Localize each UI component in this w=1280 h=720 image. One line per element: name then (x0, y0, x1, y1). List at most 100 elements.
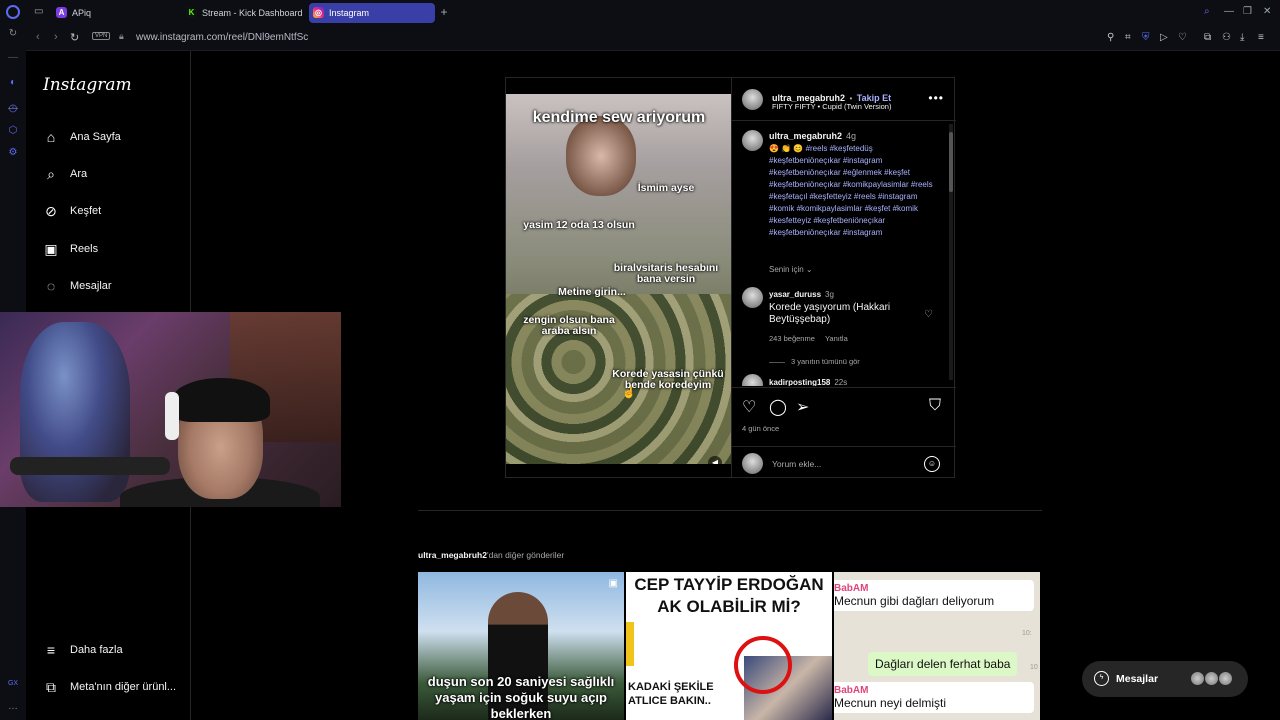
back-icon[interactable]: ‹ (36, 31, 40, 43)
comment1-meta: 243 beğenme Yanıtla (769, 334, 848, 343)
menu-icon[interactable]: ≡ (1258, 32, 1264, 43)
url-field[interactable]: www.instagram.com/reel/DNl9emNtfSc (136, 32, 308, 43)
nav-explore[interactable]: ⊘ Keşfet (43, 201, 101, 221)
author-avatar[interactable] (742, 89, 763, 110)
reload-icon[interactable]: ↻ (70, 31, 79, 44)
nav-reels[interactable]: ▣ Reels (43, 239, 98, 259)
search-tabs-icon[interactable]: ⌕ (1204, 6, 1210, 17)
nav-home[interactable]: ⌂ Ana Sayfa (43, 127, 121, 147)
extensions-icon[interactable]: ⧉ (1204, 32, 1211, 43)
comment2-author[interactable]: kadirposting158 (769, 378, 830, 386)
sort-label: Senin için (769, 265, 804, 274)
view-replies-label: 3 yanıtın tümünü gör (791, 357, 860, 366)
chat-time-1: 10: (1022, 630, 1032, 637)
reply-button[interactable]: Yanıtla (825, 334, 848, 343)
nav-meta-apps[interactable]: ⧉ Meta'nın diğer ürünl... (43, 677, 176, 697)
thumbnail-bottom-text: KADAKİ ŞEKİLE ATLICE BAKIN.. (628, 681, 714, 707)
opera-logo-icon[interactable] (6, 5, 20, 19)
comment1-likes[interactable]: 243 beğenme (769, 334, 815, 343)
messages-floating-button[interactable]: ϟ Mesajlar (1082, 661, 1248, 697)
vpn-badge[interactable]: VPN (92, 32, 111, 40)
kick-icon: K (186, 7, 197, 18)
maximize-icon[interactable]: ❐ (1243, 6, 1252, 17)
caption-author[interactable]: ultra_megabruh2 (769, 131, 842, 141)
chevron-down-icon: ⌄ (805, 265, 813, 274)
shield-icon[interactable]: ⛨ (1142, 32, 1150, 43)
comments-scrollbar[interactable] (949, 124, 953, 380)
video-text-5: zengin olsun bana araba alsın (523, 314, 615, 337)
post-thumbnail-3[interactable]: BabAM Mecnun gibi dağları deliyorum 10: … (834, 572, 1040, 720)
lock-icon[interactable]: 🔒︎ (119, 31, 124, 42)
sort-dropdown[interactable]: Senin için ⌄ (769, 265, 813, 274)
history-icon[interactable]: ◷ (7, 103, 19, 115)
post-thumbnail-2[interactable]: CEP TAYYİP ERDOĞAN AK OLABİLİR Mİ? KADAK… (626, 572, 832, 720)
tab-instagram[interactable]: ◎ Instagram (309, 3, 435, 23)
menu-icon: ≡ (46, 642, 56, 658)
reel-icon: ▣ (608, 578, 618, 589)
aria-icon[interactable]: ◐ (7, 77, 19, 89)
view-replies[interactable]: 3 yanıtın tümünü gör (769, 357, 860, 366)
like-icon[interactable]: ♡ (742, 397, 756, 417)
hashtag-list[interactable]: #reels #keşfetedüş #keşfetbeniöneçıkar #… (769, 144, 933, 237)
settings-icon[interactable]: ⚙ (7, 147, 19, 159)
comment2-avatar[interactable] (742, 374, 763, 386)
replies-line (769, 361, 785, 363)
comment-input[interactable]: Yorum ekle... (772, 459, 821, 469)
share-icon[interactable]: ➢ (796, 397, 809, 417)
nav-more[interactable]: ≡ Daha fazla (43, 640, 123, 660)
chat-text-1: Mecnun gibi dağları deliyorum (834, 594, 995, 608)
comment-like-icon[interactable]: ♡ (924, 309, 933, 320)
close-icon[interactable]: ✕ (1263, 6, 1271, 17)
minimize-icon[interactable]: — (1224, 6, 1234, 17)
mouse-cursor-icon: ☝ (622, 387, 636, 399)
chat-message-3: BabAM Mecnun neyi delmişti (834, 682, 1034, 713)
chat-avatar-3 (1218, 671, 1233, 686)
chat-text-3: Mecnun neyi delmişti (834, 696, 947, 710)
nav-messages[interactable]: ◌ Mesajlar (43, 276, 112, 296)
comment1-author[interactable]: yasar_duruss (769, 290, 821, 299)
tab-apiq[interactable]: A APiq (52, 3, 172, 23)
refresh-icon[interactable]: ↻ (7, 28, 19, 40)
more-options-icon[interactable]: ••• (928, 91, 944, 105)
scrollbar-thumb[interactable] (949, 132, 953, 192)
pin-icon[interactable]: ⚲ (1107, 32, 1114, 43)
caption-avatar[interactable] (742, 130, 763, 151)
snapshot-icon[interactable]: ⌗ (1125, 32, 1131, 43)
gx-icon[interactable]: GX (7, 680, 19, 692)
emoji-icon[interactable]: ☺ (924, 456, 940, 472)
heart-icon[interactable]: ♡ (1178, 32, 1187, 43)
new-tab-icon[interactable]: + (438, 6, 450, 18)
comment-icon[interactable]: ◯ (769, 397, 787, 417)
video-text-2: yasim 12 oda 13 olsun (523, 219, 635, 231)
reel-video[interactable]: kendime sew ariyorum İsmim ayse yasim 12… (506, 94, 731, 464)
address-bar: ‹ › ↻ VPN 🔒︎ www.instagram.com/reel/DNl9… (0, 25, 1280, 51)
tab-kick[interactable]: K Stream - Kick Dashboard (182, 3, 304, 23)
profile-icon[interactable]: ⚇ (1222, 32, 1231, 43)
thumbnail-header: CEP TAYYİP ERDOĞAN AK OLABİLİR Mİ? (634, 575, 824, 616)
more-icon[interactable]: … (7, 701, 19, 713)
video-text-title: kendime sew ariyorum (532, 109, 706, 126)
more-posts-author[interactable]: ultra_megabruh2 (418, 550, 487, 560)
video-text-1: İsmim ayse (637, 182, 695, 194)
song-name[interactable]: FIFTY FIFTY • Cupid (Twin Version) (772, 102, 891, 111)
nav-search[interactable]: ⌕ Ara (43, 164, 87, 184)
compass-icon: ⊘ (45, 202, 57, 219)
extensions-sidebar-icon[interactable]: ⬡ (7, 125, 19, 137)
instagram-logo[interactable]: Instagram (43, 75, 132, 95)
post-thumbnail-1[interactable]: ▣ duşun son 20 saniyesi sağlıklı yaşam i… (418, 572, 624, 720)
mute-icon[interactable]: ◀︎ (708, 456, 722, 464)
download-icon[interactable]: ⤓ (1240, 32, 1244, 43)
search-icon: ⌕ (47, 165, 55, 182)
comment1-avatar[interactable] (742, 287, 763, 308)
chat-avatar-1 (1190, 671, 1205, 686)
workspaces-icon[interactable]: ▭ (34, 6, 43, 17)
messages-label: Mesajlar (1116, 673, 1159, 685)
bookmark-icon[interactable]: ⛉ (929, 397, 941, 415)
browser-tabbar: ▭ A APiq K Stream - Kick Dashboard ◎ Ins… (0, 0, 1280, 25)
caption-time: 4g (846, 131, 857, 141)
more-posts-title: ultra_megabruh2'dan diğer gönderiler (418, 550, 564, 560)
section-divider (418, 510, 1042, 511)
play-icon[interactable]: ▷ (1160, 32, 1168, 43)
forward-icon[interactable]: › (54, 31, 58, 43)
chat-sender-2: BabAM (834, 685, 869, 696)
